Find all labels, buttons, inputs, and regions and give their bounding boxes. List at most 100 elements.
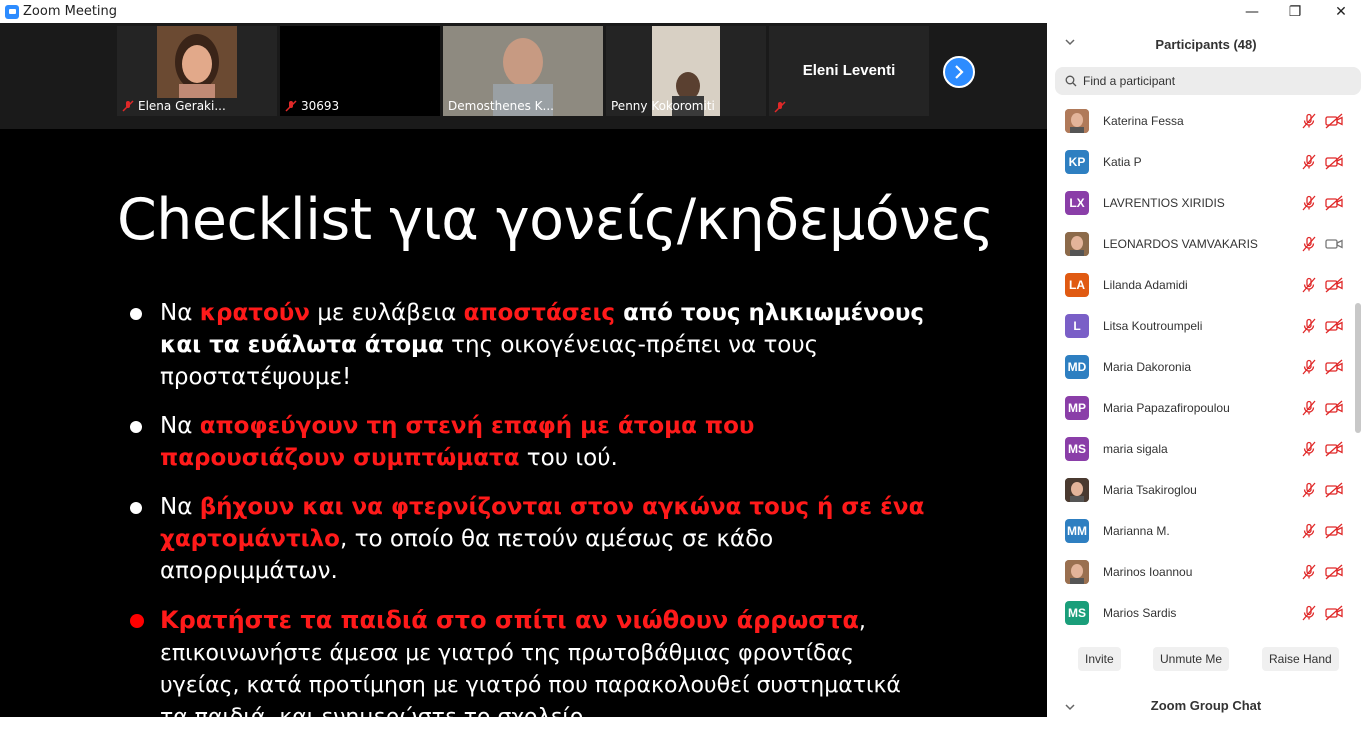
- mic-muted-icon[interactable]: [1301, 113, 1317, 129]
- participant-name: Litsa Koutroumpeli: [1103, 318, 1203, 333]
- video-off-icon[interactable]: [1325, 195, 1343, 211]
- participant-photo: [157, 26, 237, 98]
- participant-row[interactable]: KP Katia P: [1047, 141, 1353, 182]
- shared-slide: Checklist για γονείς/κηδεμόνες Να κρατού…: [0, 129, 1047, 730]
- participant-row[interactable]: L Litsa Koutroumpeli: [1047, 305, 1353, 346]
- avatar: LA: [1065, 272, 1089, 297]
- raise-hand-button[interactable]: Raise Hand: [1262, 647, 1339, 671]
- mic-muted-icon[interactable]: [1301, 318, 1317, 334]
- bullet-dot: [130, 308, 142, 320]
- bullet-item: Να αποφεύγουν τη στενή επαφή με άτομα πο…: [130, 410, 930, 474]
- participant-row[interactable]: LEONARDOS VAMVAKARIS: [1047, 223, 1353, 264]
- video-tile[interactable]: Penny Kokoromiti: [606, 26, 766, 116]
- mic-muted-icon[interactable]: [1301, 400, 1317, 416]
- mic-muted-icon[interactable]: [1301, 236, 1317, 252]
- participant-list-scrollbar[interactable]: [1355, 103, 1361, 631]
- tile-name: 30693: [301, 99, 340, 113]
- mic-muted-icon[interactable]: [1301, 359, 1317, 375]
- video-off-icon[interactable]: [1325, 400, 1343, 416]
- bullet-item: Να βήχουν και να φτερνίζονται στον αγκών…: [130, 491, 930, 587]
- video-off-icon[interactable]: [1325, 564, 1343, 580]
- participant-row[interactable]: LA Lilanda Adamidi: [1047, 264, 1353, 305]
- mic-muted-icon: [774, 101, 786, 113]
- participant-row[interactable]: MS Marios Sardis: [1047, 592, 1353, 633]
- maximize-button[interactable]: ❐: [1272, 0, 1318, 23]
- avatar: MD: [1065, 354, 1089, 379]
- video-camera-icon[interactable]: [1325, 236, 1343, 252]
- avatar: [1065, 477, 1089, 502]
- invite-button[interactable]: Invite: [1078, 647, 1121, 671]
- group-chat-header[interactable]: Zoom Group Chat: [1047, 695, 1365, 717]
- mic-muted-icon[interactable]: [1301, 277, 1317, 293]
- mic-muted-icon[interactable]: [1301, 482, 1317, 498]
- title-bar: Zoom Meeting — ❐ ✕: [0, 0, 1365, 23]
- participant-actions: Invite Unmute Me Raise Hand: [1047, 647, 1365, 671]
- participant-name: Marinos Ioannou: [1103, 564, 1193, 579]
- avatar: MM: [1065, 518, 1089, 543]
- video-off-icon[interactable]: [1325, 441, 1343, 457]
- video-off-icon[interactable]: [1325, 318, 1343, 334]
- video-tile[interactable]: 30693: [280, 26, 440, 116]
- close-button[interactable]: ✕: [1318, 0, 1364, 23]
- video-off-icon[interactable]: [1325, 605, 1343, 621]
- video-tile[interactable]: Elena Geraki...: [117, 26, 277, 116]
- search-input[interactable]: [1083, 74, 1333, 88]
- participant-row[interactable]: MS maria sigala: [1047, 428, 1353, 469]
- video-off-icon[interactable]: [1325, 523, 1343, 539]
- minimize-button[interactable]: —: [1229, 0, 1275, 23]
- video-off-icon[interactable]: [1325, 359, 1343, 375]
- video-off-icon[interactable]: [1325, 113, 1343, 129]
- mic-muted-icon[interactable]: [1301, 564, 1317, 580]
- participant-row[interactable]: MD Maria Dakoronia: [1047, 346, 1353, 387]
- avatar: [1065, 559, 1089, 584]
- mic-muted-icon[interactable]: [1301, 195, 1317, 211]
- video-off-icon[interactable]: [1325, 277, 1343, 293]
- participant-row[interactable]: MP Maria Papazafiropoulou: [1047, 387, 1353, 428]
- participant-row[interactable]: MM Marianna M.: [1047, 510, 1353, 551]
- tile-name: Penny Kokoromiti: [611, 99, 715, 113]
- avatar: MP: [1065, 395, 1089, 420]
- bullet-item: Να κρατούν με ευλάβεια αποστάσεις από το…: [130, 297, 930, 393]
- participant-name: Marianna M.: [1103, 523, 1170, 538]
- participant-name: Marios Sardis: [1103, 605, 1177, 620]
- participants-panel: Participants (48) Katerina Fessa KP Katia …: [1047, 23, 1365, 717]
- bullet-item: Κρατήστε τα παιδιά στο σπίτι αν νιώθουν …: [130, 604, 930, 734]
- bullet-dot: [130, 421, 142, 433]
- participant-name: LEONARDOS VAMVAKARIS: [1103, 236, 1258, 251]
- mic-muted-icon[interactable]: [1301, 523, 1317, 539]
- meeting-video-area: Elena Geraki... 30693 Demosthenes K... P…: [0, 23, 1047, 730]
- participants-header: Participants (48): [1047, 31, 1365, 59]
- next-page-button[interactable]: [943, 56, 975, 88]
- avatar: L: [1065, 313, 1089, 338]
- participant-row[interactable]: Maria Tsakiroglou: [1047, 469, 1353, 510]
- participant-row[interactable]: LX LAVRENTIOS XIRIDIS: [1047, 182, 1353, 223]
- avatar: [1065, 231, 1089, 256]
- participant-row[interactable]: Marinos Ioannou: [1047, 551, 1353, 592]
- participant-name: maria sigala: [1103, 441, 1168, 456]
- participant-list: Katerina Fessa KP Katia P LX LAVRENTIOS XIRI…: [1047, 100, 1365, 634]
- chevron-right-icon: [955, 65, 964, 79]
- participant-name: LAVRENTIOS XIRIDIS: [1103, 195, 1225, 210]
- avatar: MS: [1065, 436, 1089, 461]
- mic-muted-icon[interactable]: [1301, 441, 1317, 457]
- tile-name: Elena Geraki...: [138, 99, 226, 113]
- mic-muted-icon[interactable]: [1301, 154, 1317, 170]
- zoom-app-icon: [5, 4, 19, 19]
- avatar: MS: [1065, 600, 1089, 625]
- participant-name: Katia P: [1103, 154, 1142, 169]
- participant-search[interactable]: [1055, 67, 1361, 95]
- slide-bullets: Να κρατούν με ευλάβεια αποστάσεις από το…: [130, 297, 930, 751]
- active-speaker-tile[interactable]: Demosthenes K...: [443, 26, 603, 116]
- video-tile[interactable]: Eleni Leventi: [769, 26, 929, 116]
- video-off-icon[interactable]: [1325, 154, 1343, 170]
- video-off-icon[interactable]: [1325, 482, 1343, 498]
- mic-muted-icon[interactable]: [1301, 605, 1317, 621]
- scrollbar-thumb[interactable]: [1355, 303, 1361, 433]
- avatar: LX: [1065, 190, 1089, 215]
- participant-name: Maria Papazafiropoulou: [1103, 400, 1230, 415]
- window-title: Zoom Meeting: [23, 4, 118, 19]
- bullet-dot: [130, 502, 142, 514]
- unmute-me-button[interactable]: Unmute Me: [1153, 647, 1230, 671]
- participant-name: Katerina Fessa: [1103, 113, 1184, 128]
- participant-row[interactable]: Katerina Fessa: [1047, 100, 1353, 141]
